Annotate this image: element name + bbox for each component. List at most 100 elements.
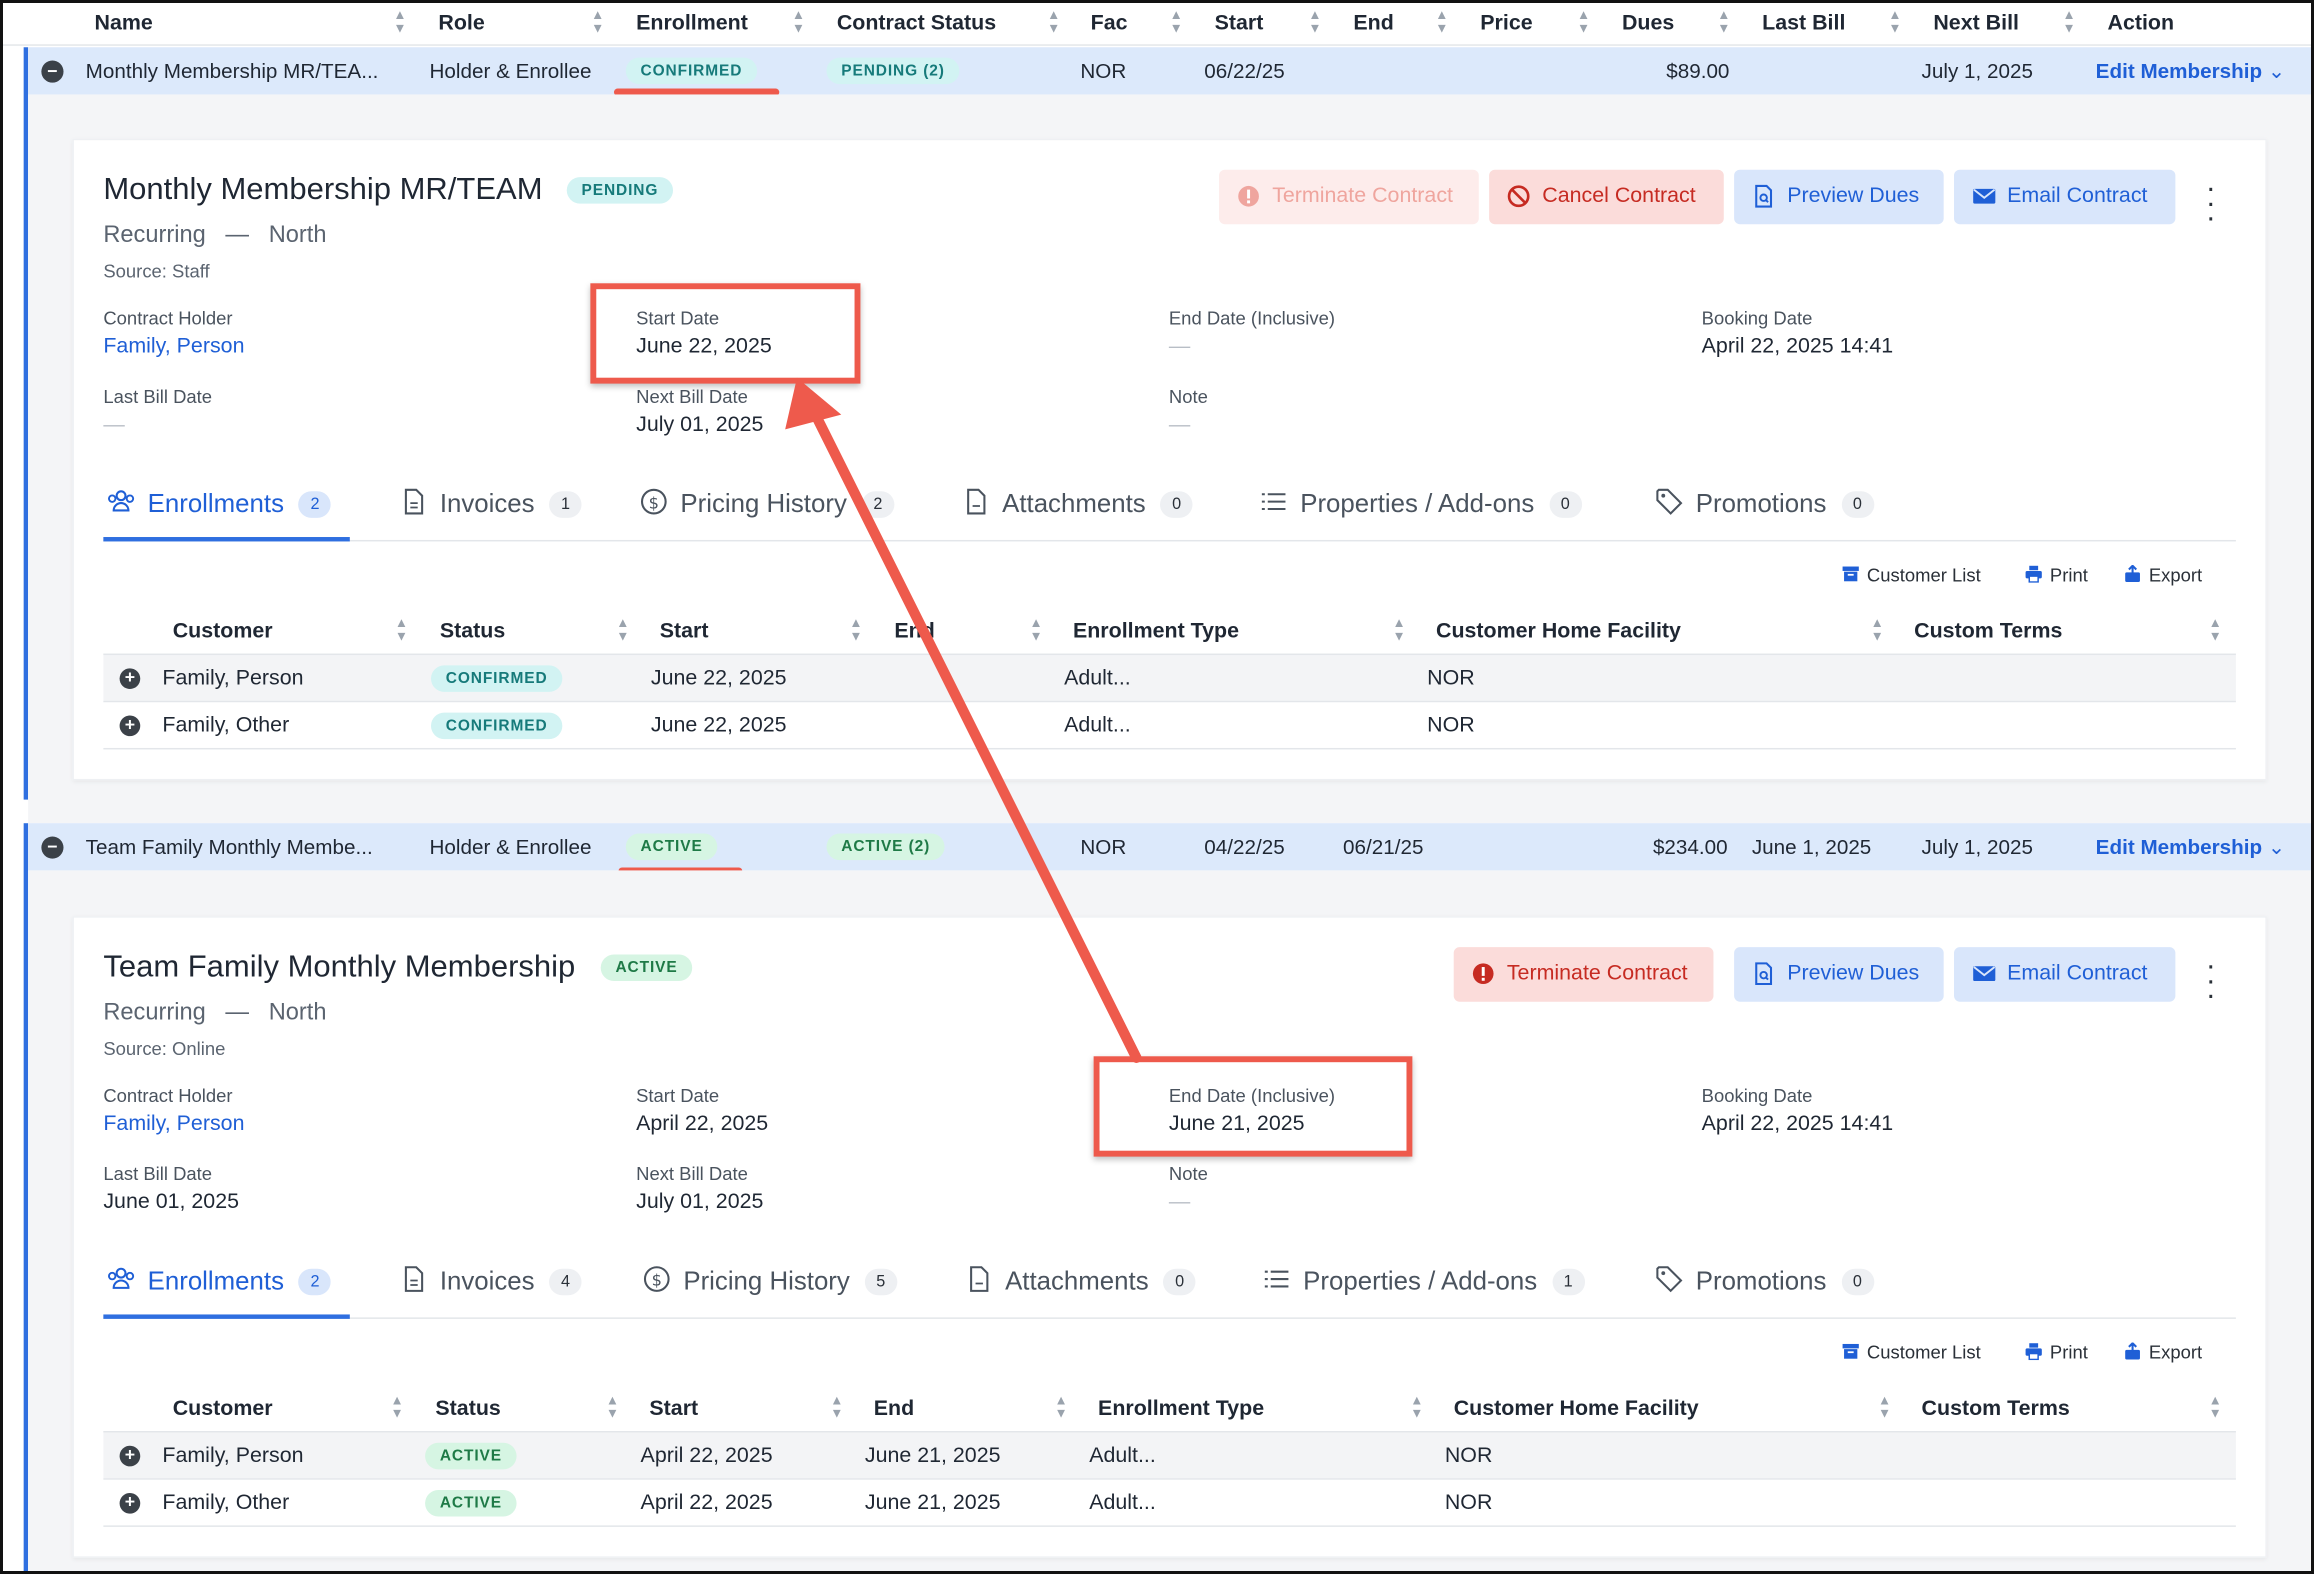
enrollment-badge: ACTIVE (625, 833, 718, 861)
grid-col-home-facility[interactable]: Customer Home Facility (1454, 1397, 1699, 1421)
edit-membership-link[interactable]: Edit Membership ⌄ (2096, 59, 2286, 84)
sort-icon[interactable]: ▲ ▼ (2060, 8, 2078, 39)
grid-col-status[interactable]: Status (435, 1397, 500, 1421)
expand-row-icon[interactable]: + (119, 1492, 141, 1514)
contract-holder-link[interactable]: Family, Person (103, 335, 244, 359)
customer-link[interactable]: Family, Person (162, 1444, 303, 1468)
expand-row-icon[interactable]: + (119, 668, 141, 689)
collapse-row-icon[interactable]: − (41, 60, 64, 83)
table-row[interactable]: + Family, Other CONFIRMED June 22, 2025 … (103, 700, 2236, 750)
email-contract-button[interactable]: Email Contract (1954, 947, 2176, 1002)
customer-link[interactable]: Family, Other (162, 1491, 289, 1515)
grid-col-start[interactable]: Start (649, 1397, 698, 1421)
grid-col-end[interactable]: End (874, 1397, 914, 1421)
kebab-icon[interactable]: · · · (2196, 174, 2226, 233)
col-enrollment[interactable]: Enrollment (636, 12, 748, 36)
kebab-icon[interactable]: · · · (2196, 952, 2226, 1011)
tab-attachments[interactable]: Attachments 0 (964, 1264, 1196, 1296)
table-row[interactable]: + Family, Person CONFIRMED June 22, 2025… (103, 653, 2236, 701)
export-button[interactable]: Export (2124, 1342, 2202, 1363)
tab-pricing-history[interactable]: $ Pricing History 5 (642, 1264, 898, 1296)
sort-icon[interactable]: ▲ ▼ (1433, 8, 1451, 39)
cancel-contract-button[interactable]: Cancel Contract (1489, 169, 1724, 225)
expand-row-icon[interactable]: + (119, 715, 141, 737)
tab-enrollments[interactable]: Enrollments 2 (106, 487, 332, 519)
sort-icon[interactable]: ▲ ▼ (1052, 1393, 1070, 1421)
terminate-contract-label: Terminate Contract (1506, 961, 1688, 986)
sort-icon[interactable]: ▲ ▼ (393, 616, 411, 644)
sort-icon[interactable]: ▲ ▼ (388, 1393, 406, 1421)
grid-col-custom-terms[interactable]: Custom Terms (1914, 620, 2062, 644)
col-last-bill[interactable]: Last Bill (1762, 12, 1845, 36)
grid-col-home-facility[interactable]: Customer Home Facility (1436, 620, 1681, 644)
sort-icon[interactable]: ▲ ▼ (1868, 616, 1886, 644)
tab-promotions[interactable]: Promotions 0 (1654, 487, 1874, 519)
print-button[interactable]: Print (2025, 1342, 2088, 1363)
grid-col-enrollment-type[interactable]: Enrollment Type (1073, 620, 1239, 644)
grid-col-end[interactable]: End (894, 620, 934, 644)
grid-col-status[interactable]: Status (440, 620, 505, 644)
sort-icon[interactable]: ▲ ▼ (1408, 1393, 1426, 1421)
tab-properties-addons[interactable]: Properties / Add-ons 0 (1259, 487, 1582, 519)
print-button[interactable]: Print (2025, 565, 2088, 586)
tab-pricing-history[interactable]: $ Pricing History 2 (639, 487, 895, 519)
contract-summary-row[interactable]: − Team Family Monthly Membe... Holder & … (28, 823, 2311, 871)
sort-icon[interactable]: ▲ ▼ (2206, 616, 2224, 644)
col-dues[interactable]: Dues (1622, 12, 1674, 36)
sort-icon[interactable]: ▲ ▼ (2206, 1393, 2224, 1421)
sort-icon[interactable]: ▲ ▼ (1045, 8, 1063, 39)
grid-col-start[interactable]: Start (660, 620, 709, 644)
sort-icon[interactable]: ▲ ▼ (1575, 8, 1593, 39)
sort-icon[interactable]: ▲ ▼ (1876, 1393, 1894, 1421)
contract-summary-row[interactable]: − Monthly Membership MR/TEA... Holder & … (28, 47, 2311, 95)
expand-row-icon[interactable]: + (119, 1445, 141, 1467)
sort-icon[interactable]: ▲ ▼ (790, 8, 808, 39)
customer-list-button[interactable]: Customer List (1842, 565, 1981, 586)
customer-link[interactable]: Family, Other (162, 714, 289, 738)
sort-icon[interactable]: ▲ ▼ (1715, 8, 1733, 39)
preview-dues-button[interactable]: Preview Dues (1734, 169, 1944, 225)
customer-list-button[interactable]: Customer List (1842, 1342, 1981, 1363)
sort-icon[interactable]: ▲ ▼ (391, 8, 409, 39)
col-role[interactable]: Role (438, 12, 484, 36)
email-contract-button[interactable]: Email Contract (1954, 169, 2176, 225)
col-name[interactable]: Name (94, 12, 152, 36)
col-fac[interactable]: Fac (1091, 12, 1128, 36)
sort-icon[interactable]: ▲ ▼ (604, 1393, 622, 1421)
grid-col-custom-terms[interactable]: Custom Terms (1922, 1397, 2070, 1421)
sort-icon[interactable]: ▲ ▼ (1027, 616, 1045, 644)
customer-list-label: Customer List (1866, 565, 1981, 586)
sort-icon[interactable]: ▲ ▼ (847, 616, 865, 644)
preview-dues-button[interactable]: Preview Dues (1734, 947, 1944, 1002)
sort-icon[interactable]: ▲ ▼ (1167, 8, 1185, 39)
tab-enrollments[interactable]: Enrollments 2 (106, 1264, 332, 1296)
export-button[interactable]: Export (2124, 565, 2202, 586)
grid-col-customer[interactable]: Customer (173, 620, 273, 644)
terminate-contract-button[interactable]: Terminate Contract (1453, 947, 1714, 1002)
col-next-bill[interactable]: Next Bill (1933, 12, 2019, 36)
tab-invoices[interactable]: Invoices 1 (399, 487, 582, 519)
sort-icon[interactable]: ▲ ▼ (1390, 616, 1408, 644)
contract-holder-link[interactable]: Family, Person (103, 1112, 244, 1136)
col-end[interactable]: End (1353, 12, 1393, 36)
table-row[interactable]: + Family, Other ACTIVE April 22, 2025 Ju… (103, 1478, 2236, 1527)
col-contract-status[interactable]: Contract Status (837, 12, 996, 36)
tab-invoices[interactable]: Invoices 4 (399, 1264, 582, 1296)
grid-col-enrollment-type[interactable]: Enrollment Type (1098, 1397, 1264, 1421)
sort-icon[interactable]: ▲ ▼ (1306, 8, 1324, 39)
sort-icon[interactable]: ▲ ▼ (614, 616, 632, 644)
sort-icon[interactable]: ▲ ▼ (589, 8, 607, 39)
sort-icon[interactable]: ▲ ▼ (828, 1393, 846, 1421)
sort-icon[interactable]: ▲ ▼ (1886, 8, 1904, 39)
col-start[interactable]: Start (1215, 12, 1264, 36)
col-price[interactable]: Price (1480, 12, 1532, 36)
tab-attachments[interactable]: Attachments 0 (961, 487, 1193, 519)
terminate-contract-button[interactable]: Terminate Contract (1219, 169, 1479, 225)
table-row[interactable]: + Family, Person ACTIVE April 22, 2025 J… (103, 1430, 2236, 1479)
tab-properties-addons[interactable]: Properties / Add-ons 1 (1262, 1264, 1585, 1296)
edit-membership-link[interactable]: Edit Membership ⌄ (2096, 835, 2286, 860)
collapse-row-icon[interactable]: − (41, 836, 64, 859)
tab-promotions[interactable]: Promotions 0 (1654, 1264, 1874, 1296)
grid-col-customer[interactable]: Customer (173, 1397, 273, 1421)
customer-link[interactable]: Family, Person (162, 667, 303, 691)
